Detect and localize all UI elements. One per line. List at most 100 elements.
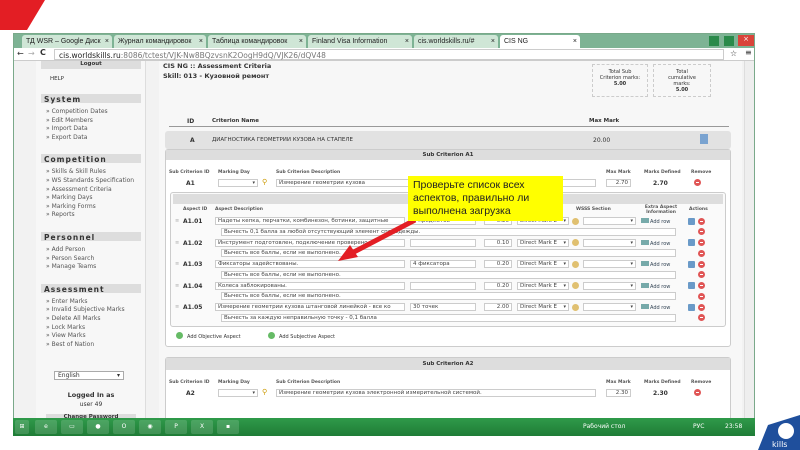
outlook-icon[interactable]: O: [113, 420, 135, 434]
add-row-button[interactable]: Add row: [641, 218, 670, 225]
aspect-requirement-input[interactable]: 30 точек: [410, 303, 476, 311]
language-indicator[interactable]: РУС: [693, 423, 704, 430]
aspect-type-select[interactable]: Direct Mark E: [517, 260, 569, 268]
minimize-button[interactable]: [709, 36, 719, 46]
edit-aspect-icon[interactable]: [688, 303, 695, 311]
browser-tab[interactable]: Журнал командировок ×: [114, 35, 206, 48]
edit-aspect-icon[interactable]: [688, 282, 695, 289]
wsss-section-select[interactable]: [583, 238, 636, 247]
aspect-type-select[interactable]: Direct Mark E: [517, 303, 569, 311]
remove-aspect-icon[interactable]: [698, 303, 705, 311]
forward-icon[interactable]: →: [28, 49, 35, 58]
remove-aspect-icon[interactable]: [698, 260, 705, 268]
close-icon[interactable]: ×: [405, 35, 409, 48]
edit-aspect-icon[interactable]: [688, 217, 695, 225]
aspect-desc-input[interactable]: Измерение геометрии кузова штанговой лин…: [215, 303, 405, 311]
aspect-max-input[interactable]: 0.10: [484, 238, 512, 247]
remove-note-icon[interactable]: [698, 292, 705, 300]
save-icon[interactable]: [700, 134, 708, 144]
drag-handle-icon[interactable]: ≡: [175, 261, 179, 267]
settings-icon[interactable]: [572, 217, 579, 225]
help-link[interactable]: HELP: [50, 76, 64, 82]
logout-button[interactable]: Logout: [41, 61, 141, 69]
filter-icon[interactable]: ⚲: [262, 178, 267, 186]
sidebar-item[interactable]: » Delete All Marks: [46, 315, 100, 322]
remove-note-icon[interactable]: [698, 249, 705, 257]
remove-aspect-icon[interactable]: [698, 239, 705, 246]
sidebar-item[interactable]: » Lock Marks: [46, 324, 85, 331]
browser-tab[interactable]: Таблица командировок ×: [208, 35, 306, 48]
filter-icon[interactable]: ⚲: [262, 388, 267, 396]
max-mark-input[interactable]: 2.30: [606, 389, 631, 397]
sidebar-item[interactable]: » Competition Dates: [46, 108, 108, 115]
reload-icon[interactable]: C: [40, 48, 46, 57]
add-subjective-aspect-link[interactable]: Add Subjective Aspect: [279, 334, 335, 340]
sidebar-item[interactable]: » Marking Days: [46, 194, 93, 201]
aspect-max-input[interactable]: 2.00: [484, 303, 512, 311]
firefox-icon[interactable]: ●: [87, 420, 109, 434]
marking-day-select[interactable]: [218, 179, 258, 187]
sidebar-item[interactable]: » Add Person: [46, 246, 85, 253]
menu-icon[interactable]: ≡: [745, 48, 752, 57]
close-icon[interactable]: ×: [199, 35, 203, 48]
sidebar-item[interactable]: » Marking Forms: [46, 203, 96, 210]
sidebar-item[interactable]: » Reports: [46, 211, 75, 218]
aspect-note-input[interactable]: Вычесть все баллы, если не выполнено.: [221, 292, 676, 300]
sidebar-item[interactable]: » Person Search: [46, 255, 94, 262]
url-input[interactable]: cis.worldskills.ru:8086/tctest/VJK-Nw8BQ…: [54, 49, 724, 60]
add-row-button[interactable]: Add row: [641, 304, 670, 311]
powerpoint-icon[interactable]: P: [165, 420, 187, 434]
scrollbar[interactable]: [744, 61, 754, 419]
settings-icon[interactable]: [572, 260, 579, 268]
sidebar-item[interactable]: » WS Standards Specification: [46, 177, 134, 184]
sidebar-item[interactable]: » Invalid Subjective Marks: [46, 306, 125, 313]
add-subjective-icon[interactable]: [268, 332, 275, 339]
desktop-label[interactable]: Рабочий стол: [583, 423, 625, 430]
drag-handle-icon[interactable]: ≡: [175, 283, 179, 289]
aspect-note-input[interactable]: Вычесть все баллы, если не выполнено.: [221, 249, 676, 257]
remove-note-icon[interactable]: [698, 314, 705, 321]
browser-tab[interactable]: ТД WSR – Google Диск ×: [22, 35, 112, 48]
close-icon[interactable]: ×: [573, 35, 577, 48]
settings-icon[interactable]: [572, 303, 579, 311]
aspect-requirement-input[interactable]: [410, 281, 476, 290]
wsss-section-select[interactable]: [583, 281, 636, 290]
drag-handle-icon[interactable]: ≡: [175, 240, 179, 246]
remove-note-icon[interactable]: [698, 228, 705, 235]
language-select[interactable]: English ▾: [54, 371, 124, 380]
aspect-note-input[interactable]: Вычесть все баллы, если не выполнено.: [221, 270, 676, 279]
drag-handle-icon[interactable]: ≡: [175, 218, 179, 224]
aspect-type-select[interactable]: Direct Mark E: [517, 281, 569, 290]
remove-note-icon[interactable]: [698, 271, 705, 278]
star-icon[interactable]: ☆: [730, 49, 737, 58]
chrome-icon[interactable]: ◉: [139, 420, 161, 434]
remove-aspect-icon[interactable]: [698, 282, 705, 289]
sidebar-item[interactable]: » Skills & Skill Rules: [46, 168, 106, 175]
remove-icon[interactable]: [694, 389, 701, 396]
sidebar-item[interactable]: » Enter Marks: [46, 298, 88, 305]
aspect-note-input[interactable]: Вычесть 0,1 балла за любой отсутствующий…: [221, 227, 676, 236]
aspect-max-input[interactable]: 0.20: [484, 281, 512, 290]
app-icon[interactable]: ▪: [217, 420, 239, 434]
sidebar-item[interactable]: » View Marks: [46, 332, 86, 339]
close-icon[interactable]: ×: [491, 35, 495, 48]
sidebar-item[interactable]: » Export Data: [46, 134, 87, 141]
max-mark-input[interactable]: 2.70: [606, 179, 631, 187]
back-icon[interactable]: ←: [17, 49, 24, 58]
sub-criterion-desc-input[interactable]: Измерение геометрии кузова электронной и…: [276, 389, 596, 397]
add-objective-icon[interactable]: [176, 332, 183, 339]
edit-aspect-icon[interactable]: [688, 239, 695, 246]
add-row-button[interactable]: Add row: [641, 261, 670, 268]
excel-icon[interactable]: X: [191, 420, 213, 434]
explorer-icon[interactable]: ▭: [61, 420, 83, 434]
add-row-button[interactable]: Add row: [641, 239, 670, 247]
marking-day-select[interactable]: [218, 389, 258, 397]
settings-icon[interactable]: [572, 239, 579, 246]
aspect-max-input[interactable]: 0.20: [484, 260, 512, 268]
browser-tab[interactable]: Finland Visa Information ×: [308, 35, 412, 48]
aspect-desc-input[interactable]: Колеса заблокированы.: [215, 281, 405, 290]
settings-icon[interactable]: [572, 282, 579, 289]
sidebar-item[interactable]: » Best of Nation: [46, 341, 94, 348]
close-icon[interactable]: ×: [299, 35, 303, 48]
maximize-button[interactable]: [724, 36, 734, 46]
